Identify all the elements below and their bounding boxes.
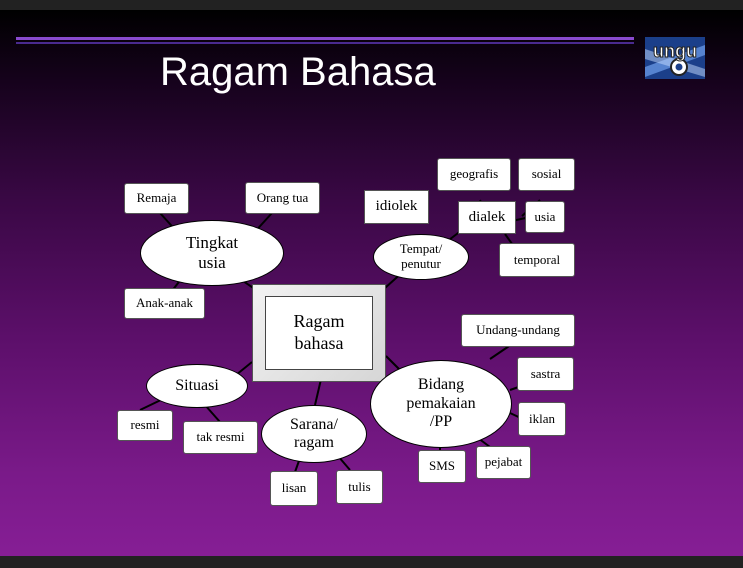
center-node: Ragam bahasa (252, 284, 386, 382)
leaf-idiolek: idiolek (364, 190, 429, 224)
leaf-geografis: geografis (437, 158, 511, 191)
leaf-iklan: iklan (518, 402, 566, 436)
leaf-sastra: sastra (517, 357, 574, 391)
center-label: Ragam bahasa (265, 296, 373, 370)
leaf-tak-resmi: tak resmi (183, 421, 258, 454)
leaf-usia: usia (525, 201, 565, 233)
leaf-lisan: lisan (270, 471, 318, 506)
leaf-orang-tua: Orang tua (245, 182, 320, 214)
hub-sarana-ragam: Sarana/ ragam (261, 405, 367, 463)
bottom-frame-bar (0, 556, 743, 568)
leaf-sosial: sosial (518, 158, 575, 191)
top-frame-bar (0, 0, 743, 10)
leaf-sms: SMS (418, 450, 466, 483)
leaf-pejabat: pejabat (476, 446, 531, 479)
leaf-dialek: dialek (458, 201, 516, 234)
hub-tingkat-usia: Tingkat usia (140, 220, 284, 286)
leaf-tulis: tulis (336, 470, 383, 504)
leaf-anak-anak: Anak-anak (124, 288, 205, 319)
slide: Ragam Bahasa ungu Ragam bahasa Tingkat u… (0, 10, 743, 556)
leaf-temporal: temporal (499, 243, 575, 277)
leaf-undang-undang: Undang-undang (461, 314, 575, 347)
leaf-remaja: Remaja (124, 183, 189, 214)
leaf-resmi: resmi (117, 410, 173, 441)
hub-tempat-penutur: Tempat/ penutur (373, 234, 469, 280)
hub-situasi: Situasi (146, 364, 248, 408)
hub-bidang-pemakaian: Bidang pemakaian /PP (370, 360, 512, 448)
